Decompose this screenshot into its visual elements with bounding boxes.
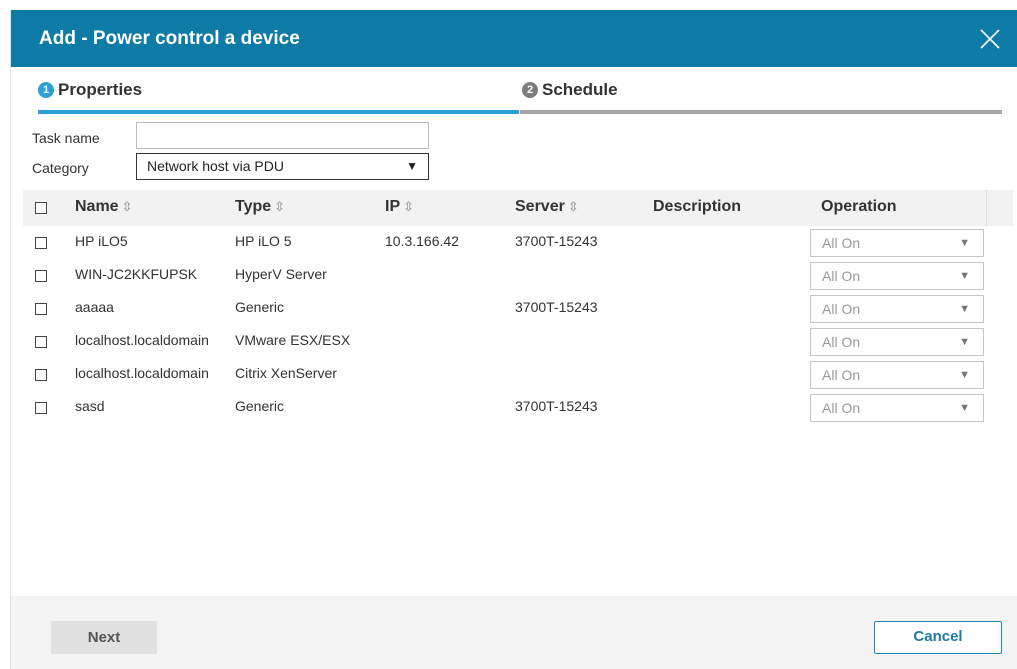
cell-server: 3700T-15243 [515,398,598,414]
cell-type: Generic [235,299,285,315]
dropdown-arrow-icon: ▼ [959,270,970,282]
dialog-footer: Next Cancel [11,596,1017,669]
operation-select[interactable]: All On ▼ [810,361,984,389]
dropdown-arrow-icon: ▼ [959,369,970,381]
column-header-server[interactable]: Server ⇳ [515,198,579,216]
operation-value: All On [822,235,861,251]
cell-type: VMware ESX/ESX [235,332,351,348]
dropdown-arrow-icon: ▼ [959,336,970,348]
operation-select[interactable]: All On ▼ [810,394,984,422]
column-label: Type [235,198,272,215]
operation-value: All On [822,334,861,350]
sort-icon: ⇳ [567,199,579,214]
operation-value: All On [822,367,861,383]
cell-server: 3700T-15243 [515,299,598,315]
task-name-input[interactable] [136,122,429,149]
operation-select[interactable]: All On ▼ [810,295,984,323]
column-header-description: Description [653,198,742,215]
row-checkbox[interactable] [35,270,47,282]
operation-value: All On [822,400,861,416]
step-label: Properties [58,80,143,99]
sort-icon: ⇳ [274,199,286,214]
table-row: localhost.localdomain VMware ESX/ESX All… [23,325,1013,358]
step-number-badge: 1 [38,82,54,98]
cell-type: Generic [235,398,285,414]
column-header-name[interactable]: Name ⇳ [75,198,132,216]
sort-icon: ⇳ [403,199,415,214]
table-row: localhost.localdomain Citrix XenServer A… [23,358,1013,391]
column-header-ip[interactable]: IP ⇳ [385,198,414,216]
cell-name: aaaaa [75,299,114,315]
category-select[interactable]: Network host via PDU ▼ [136,153,429,180]
operation-select[interactable]: All On ▼ [810,229,984,257]
cell-type: HyperV Server [235,266,327,282]
select-all-checkbox[interactable] [35,202,47,214]
row-checkbox[interactable] [35,237,47,249]
step-label: Schedule [542,80,618,99]
cell-name: WIN-JC2KKFUPSK [75,266,198,282]
category-label: Category [32,160,89,176]
table-row: aaaaa Generic 3700T-15243 All On ▼ [23,292,1013,325]
column-label: Server [515,198,565,215]
table-row: WIN-JC2KKFUPSK HyperV Server All On ▼ [23,259,1013,292]
cancel-button[interactable]: Cancel [874,621,1002,654]
table-row: sasd Generic 3700T-15243 All On ▼ [23,391,1013,424]
row-checkbox[interactable] [35,402,47,414]
cell-type: HP iLO 5 [235,233,292,249]
power-control-dialog: Add - Power control a device 1 Properties… [10,10,1017,669]
dropdown-arrow-icon: ▼ [959,402,970,414]
column-divider [986,190,987,226]
next-button[interactable]: Next [51,621,157,654]
step-schedule[interactable]: 2 Schedule [520,80,1002,114]
sort-icon: ⇳ [121,199,133,214]
column-header-operation: Operation [821,198,897,215]
step-number-badge: 2 [522,82,538,98]
operation-select[interactable]: All On ▼ [810,262,984,290]
column-label: IP [385,198,401,215]
cell-name: HP iLO5 [75,233,128,249]
category-value: Network host via PDU [147,158,284,174]
cell-type: Citrix XenServer [235,365,337,381]
dialog-header: Add - Power control a device [11,10,1017,67]
cell-name: localhost.localdomain [75,365,209,381]
column-label: Name [75,198,119,215]
operation-value: All On [822,301,861,317]
table-row: HP iLO5 HP iLO 5 10.3.166.42 3700T-15243… [23,226,1013,259]
cell-ip: 10.3.166.42 [385,233,459,249]
dropdown-arrow-icon: ▼ [406,159,418,173]
cell-name: localhost.localdomain [75,332,209,348]
row-checkbox[interactable] [35,369,47,381]
close-icon[interactable] [978,27,1002,51]
table-header: Name ⇳ Type ⇳ IP ⇳ Server ⇳ Description Oper… [23,190,1013,226]
cell-name: sasd [75,398,105,414]
row-checkbox[interactable] [35,336,47,348]
dialog-title: Add - Power control a device [39,28,300,49]
row-checkbox[interactable] [35,303,47,315]
operation-select[interactable]: All On ▼ [810,328,984,356]
step-properties[interactable]: 1 Properties [38,80,519,114]
dropdown-arrow-icon: ▼ [959,237,970,249]
task-name-label: Task name [32,130,100,146]
column-header-type[interactable]: Type ⇳ [235,198,285,216]
operation-value: All On [822,268,861,284]
wizard-steps: 1 Properties 2 Schedule [38,80,1002,114]
dropdown-arrow-icon: ▼ [959,303,970,315]
cell-server: 3700T-15243 [515,233,598,249]
